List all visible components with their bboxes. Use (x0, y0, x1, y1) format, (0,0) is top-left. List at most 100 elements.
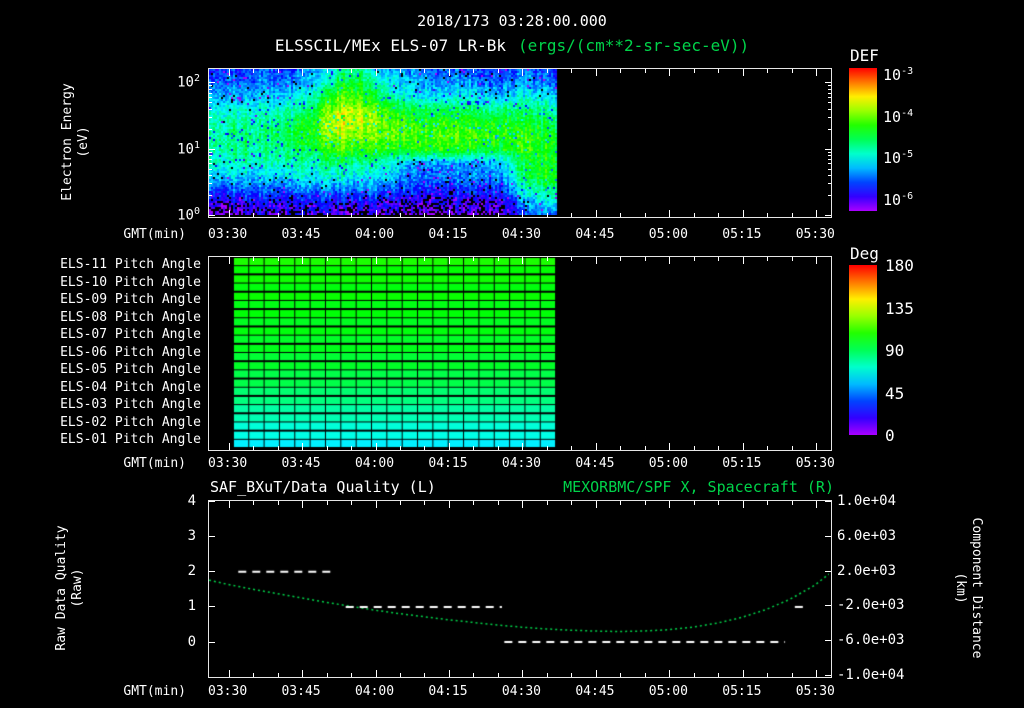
tick-mark (522, 501, 524, 508)
quality-tick-label: 2 (187, 563, 196, 580)
tick-mark (828, 155, 831, 157)
time-tick-label: 04:45 (575, 227, 615, 242)
tick-mark (351, 69, 353, 73)
tick-mark (767, 446, 769, 450)
tick-mark (253, 673, 255, 677)
tick-mark (209, 641, 215, 643)
deg-colorbar-tick-label: 0 (885, 426, 895, 445)
tick-mark (473, 257, 475, 261)
tick-mark (473, 69, 475, 73)
tick-mark (828, 88, 831, 90)
tick-mark (497, 446, 499, 450)
tick-mark (669, 210, 671, 217)
tick-mark (400, 673, 401, 677)
tick-mark (571, 446, 573, 450)
right-axis-label-line1: Component Distance (969, 517, 984, 659)
tick-mark (522, 257, 524, 264)
tick-mark (253, 213, 255, 217)
time-tick-label: 04:30 (501, 684, 542, 699)
tick-mark (718, 69, 720, 73)
tick-mark (400, 213, 401, 217)
time-tick-label: 05:00 (648, 456, 688, 471)
tick-mark (253, 501, 255, 505)
time-tick-label: 05:30 (795, 456, 835, 471)
pitch-angle-canvas (209, 257, 829, 448)
tick-mark (448, 257, 450, 264)
tick-mark (620, 69, 622, 73)
spectrogram-y-axis-label-line1: Electron Energy (60, 83, 75, 201)
time-tick-label: 04:00 (354, 684, 395, 699)
tick-mark (209, 168, 212, 170)
tick-mark (828, 195, 831, 197)
pitch-row-label: ELS-11 Pitch Angle (60, 257, 201, 272)
tick-mark (767, 69, 769, 73)
tick-mark (669, 443, 671, 450)
time-tick-label: 05:15 (722, 684, 762, 699)
tick-mark (546, 446, 548, 450)
tick-mark (209, 96, 212, 98)
tick-mark (546, 213, 548, 217)
tick-mark (718, 213, 720, 217)
pitch-row-label: ELS-01 Pitch Angle (60, 432, 201, 448)
time-tick-label: 04:00 (354, 456, 395, 471)
tick-mark (448, 69, 450, 76)
time-tick-label: 03:30 (208, 684, 248, 699)
tick-mark (816, 501, 818, 508)
tick-mark (828, 163, 831, 165)
tick-mark (424, 446, 426, 450)
gmt-axis-label-3: GMT(min) (123, 684, 186, 699)
tick-mark (400, 69, 401, 73)
tick-mark (351, 501, 353, 505)
tick-mark (718, 257, 720, 261)
quality-tick-label: 4 (187, 493, 196, 509)
tick-mark (302, 670, 304, 677)
tick-mark (209, 148, 215, 150)
deg-colorbar-tick-label: 45 (885, 383, 905, 403)
pitch-row-label: ELS-07 Pitch Angle (60, 327, 201, 343)
tick-mark (228, 501, 230, 508)
tick-mark (825, 148, 831, 150)
pitch-row-label: ELS-03 Pitch Angle (60, 397, 201, 413)
tick-mark (828, 116, 831, 118)
tick-mark (209, 128, 212, 130)
tick-mark (375, 670, 377, 677)
tick-mark (546, 257, 548, 261)
tick-mark (302, 443, 304, 450)
line-panel-right-tick-labels: 1.0e+04 6.0e+03 2.0e+03 -2.0e+03 -6.0e+03 -1.… (837, 493, 921, 683)
tick-mark (595, 69, 597, 76)
tick-mark (209, 501, 215, 502)
tick-mark (209, 102, 212, 104)
time-tick-label: 04:15 (428, 456, 468, 471)
tick-mark (546, 673, 548, 677)
pitch-row-label: ELS-06 Pitch Angle (60, 344, 201, 360)
tick-mark (669, 501, 671, 508)
pitch-row-label: ELS-02 Pitch Angle (60, 414, 201, 430)
tick-mark (620, 673, 622, 677)
tick-mark (497, 501, 499, 505)
plot-window: 2018/173 03:28:00.000 ELSSCIL/MEx ELS-07… (0, 0, 1024, 708)
tick-mark (816, 69, 818, 76)
energy-tick-label: 101 (177, 139, 200, 158)
tick-mark (742, 69, 744, 76)
pitch-row-label: ELS-05 Pitch Angle (60, 362, 201, 378)
tick-mark (828, 92, 831, 94)
tick-mark (522, 443, 524, 450)
tick-mark (424, 501, 426, 505)
tick-mark (228, 670, 230, 677)
tick-mark (620, 501, 622, 505)
tick-mark (571, 501, 573, 505)
time-tick-label: 04:00 (354, 227, 395, 242)
tick-mark (571, 673, 573, 677)
tick-mark (375, 443, 377, 450)
time-tick-label: 05:00 (648, 227, 688, 242)
tick-mark (825, 675, 831, 676)
tick-mark (828, 151, 831, 153)
tick-mark (497, 69, 499, 73)
spectrogram-canvas (209, 69, 829, 215)
tick-mark (828, 102, 831, 104)
tick-mark (375, 501, 377, 508)
tick-mark (302, 501, 304, 508)
def-colorbar-tick-label: 10-4 (883, 107, 914, 126)
tick-mark (326, 501, 328, 505)
tick-mark (644, 501, 646, 505)
